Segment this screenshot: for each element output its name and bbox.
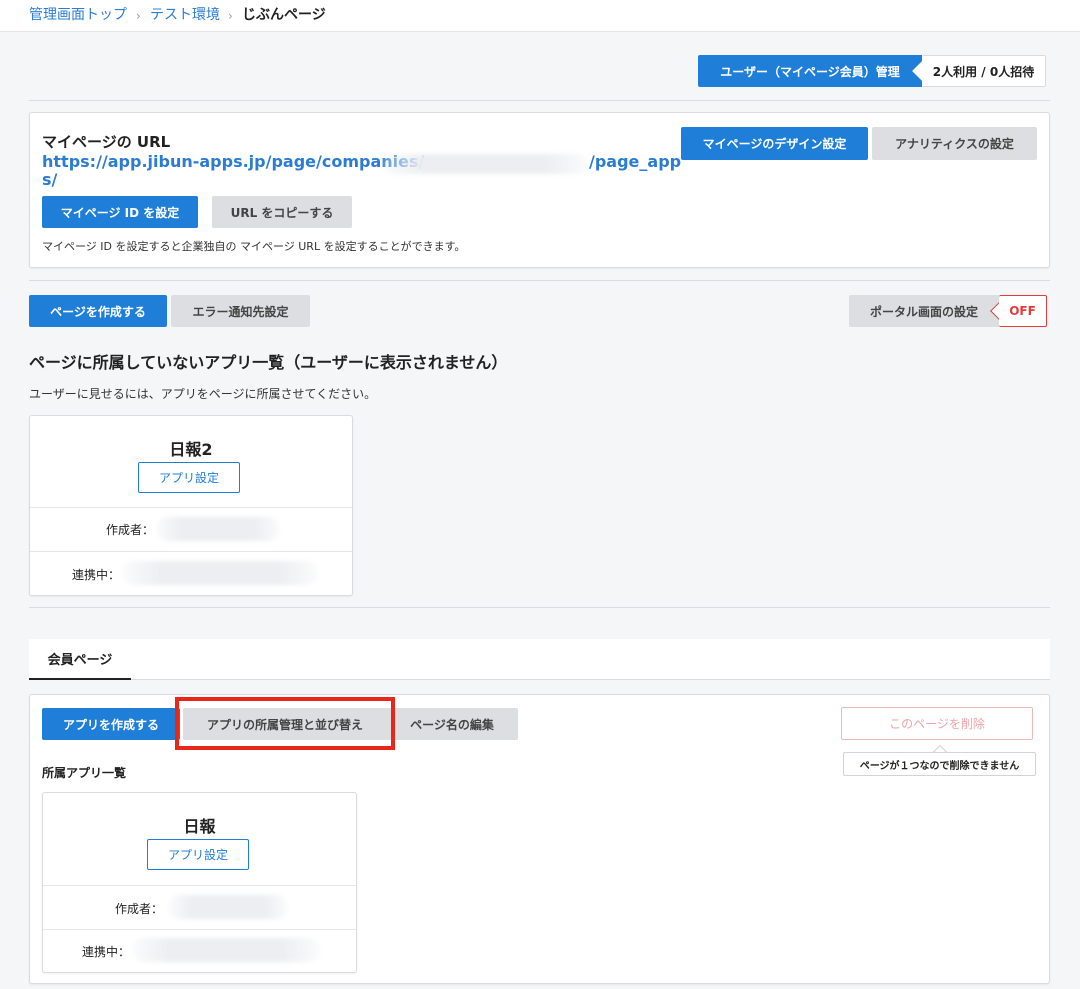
user-management-label: ユーザー（マイページ会員）管理 — [720, 64, 900, 79]
highlight-box — [175, 697, 395, 750]
user-management-button[interactable]: ユーザー（マイページ会員）管理 — [698, 55, 922, 87]
divider — [30, 507, 352, 508]
divider — [43, 885, 356, 886]
redacted-creator — [156, 517, 280, 541]
mypage-url-link-part2[interactable]: /page_app — [589, 152, 681, 171]
app-name: 日報 — [183, 817, 216, 836]
portal-status-label: OFF — [1009, 304, 1036, 318]
creator-label: 作成者： — [115, 902, 164, 916]
redacted-company-id — [382, 154, 588, 174]
mypage-url-link-part1[interactable]: https://app.jibun-apps.jp/page/companies… — [42, 152, 424, 171]
copy-url-button[interactable]: URL をコピーする — [212, 196, 352, 228]
mypage-url-title: マイページの URL — [42, 133, 171, 151]
user-count-label: 2人利用 / 0人招待 — [932, 64, 1035, 79]
redacted-creator — [168, 895, 288, 919]
mypage-url-link-part3[interactable]: s/ — [42, 170, 57, 189]
error-notification-settings-button[interactable]: エラー通知先設定 — [171, 295, 310, 327]
analytics-settings-button[interactable]: アナリティクスの設定 — [872, 127, 1037, 160]
linked-label: 連携中： — [82, 945, 131, 959]
edit-page-name-button[interactable]: ページ名の編集 — [386, 708, 518, 740]
app-name: 日報2 — [169, 440, 213, 459]
set-mypage-id-button[interactable]: マイページ ID を設定 — [42, 196, 198, 228]
portal-settings-button[interactable]: ポータル画面の設定 — [849, 295, 999, 327]
delete-disabled-tooltip: ページが１つなので削除できません — [843, 752, 1036, 776]
create-app-button[interactable]: アプリを作成する — [42, 708, 180, 740]
tab-member-page[interactable]: 会員ページ — [29, 639, 131, 680]
creator-label: 作成者： — [106, 523, 155, 537]
create-page-button[interactable]: ページを作成する — [29, 295, 167, 327]
user-count-badge: 2人利用 / 0人招待 — [922, 55, 1046, 87]
divider — [30, 551, 352, 552]
mypage-id-note: マイページ ID を設定すると企業独自の マイページ URL を設定することがで… — [42, 240, 466, 253]
app-settings-button[interactable]: アプリ設定 — [147, 839, 249, 870]
assigned-apps-heading: 所属アプリ一覧 — [42, 766, 127, 780]
unassigned-apps-subtext: ユーザーに見せるには、アプリをページに所属させてください。 — [29, 387, 377, 401]
tab-member-page-label: 会員ページ — [47, 653, 113, 668]
breadcrumb-separator: › — [136, 9, 141, 23]
delete-page-button[interactable]: このページを削除 — [841, 707, 1033, 740]
breadcrumb-current: じぶんページ — [242, 7, 326, 23]
divider — [29, 280, 1050, 281]
breadcrumb-separator: › — [228, 9, 233, 23]
breadcrumb-env-link[interactable]: テスト環境 — [150, 6, 220, 24]
portal-status-badge[interactable]: OFF — [999, 295, 1047, 327]
page-tabs — [29, 639, 1050, 680]
divider — [29, 607, 1050, 608]
app-settings-button[interactable]: アプリ設定 — [138, 462, 240, 493]
linked-label: 連携中： — [72, 568, 121, 582]
redacted-linked — [122, 561, 318, 585]
breadcrumb-home-link[interactable]: 管理画面トップ — [29, 6, 127, 24]
redacted-linked — [132, 938, 320, 962]
mypage-design-settings-button[interactable]: マイページのデザイン設定 — [681, 127, 868, 160]
unassigned-apps-heading: ページに所属していないアプリ一覧（ユーザーに表示されません） — [29, 353, 508, 372]
divider — [29, 100, 1050, 101]
divider — [43, 929, 356, 930]
